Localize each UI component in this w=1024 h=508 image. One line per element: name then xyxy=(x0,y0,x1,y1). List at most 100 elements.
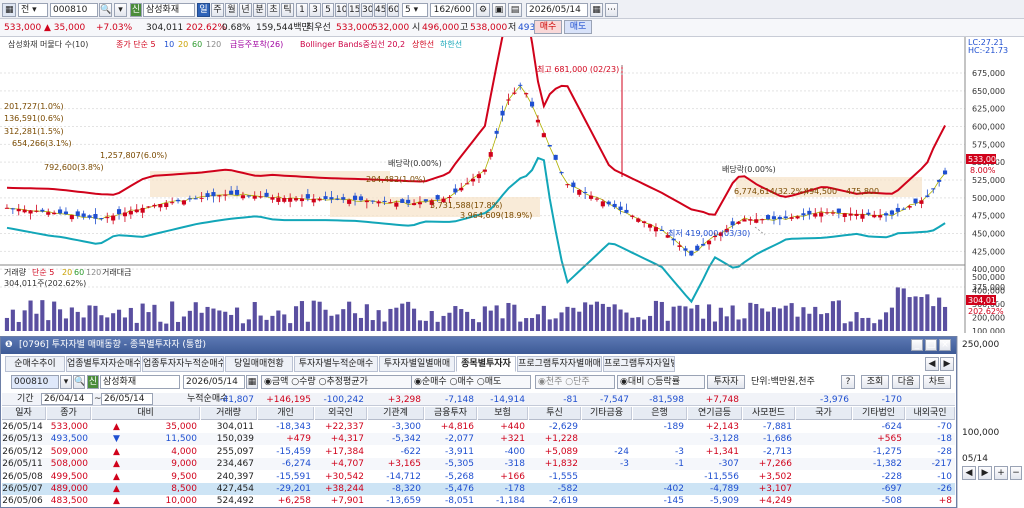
period-button[interactable]: 월 xyxy=(225,3,238,17)
count-select[interactable]: 5 ▾ xyxy=(402,3,428,17)
column-header[interactable]: 대비 xyxy=(92,407,200,420)
scroll-left-icon[interactable]: ◀ xyxy=(962,466,976,480)
interval-button[interactable]: 30 xyxy=(361,3,373,17)
interval-button[interactable]: 15 xyxy=(348,3,360,17)
tab-0[interactable]: 순매수추이 xyxy=(5,356,65,372)
tab-4[interactable]: 투자자별누적순매수 xyxy=(294,356,378,372)
column-header[interactable]: 기타금융 xyxy=(582,407,632,420)
investor-button[interactable]: 투자자 xyxy=(707,375,745,389)
interval-button[interactable]: 3 xyxy=(309,3,321,17)
column-header[interactable]: 종가 xyxy=(47,407,91,420)
column-header[interactable]: 연기금등 xyxy=(688,407,742,420)
down-arrow-icon[interactable]: ▾ xyxy=(114,3,127,17)
column-header[interactable]: 거래량 xyxy=(201,407,257,420)
volume-bar xyxy=(600,303,605,331)
panel-search-icon[interactable]: 🔍 xyxy=(73,375,85,389)
search-button[interactable]: 조회 xyxy=(861,375,889,389)
panel-calendar-icon[interactable]: ▦ xyxy=(246,375,258,389)
period-button[interactable]: 일 xyxy=(197,3,210,17)
period-from-input[interactable]: 26/04/14 xyxy=(41,393,93,405)
search-icon[interactable]: 🔍 xyxy=(99,3,112,17)
interval-button[interactable]: 45 xyxy=(374,3,386,17)
column-header[interactable]: 내외국인 xyxy=(906,407,955,420)
calendar-icon[interactable]: ▦ xyxy=(590,3,603,17)
column-header[interactable]: 기타법인 xyxy=(853,407,905,420)
column-header[interactable]: 일자 xyxy=(2,407,46,420)
maximize-icon[interactable]: □ xyxy=(925,339,937,351)
tab-1[interactable]: 업종별투자자순매수 xyxy=(66,356,141,372)
interval-button[interactable]: 60 xyxy=(387,3,399,17)
interval-button[interactable]: 10 xyxy=(335,3,347,17)
scroll-right-icon[interactable]: ▶ xyxy=(978,466,992,480)
panel-dropdown-icon[interactable]: ▾ xyxy=(60,375,72,389)
table-cell: 4,000 xyxy=(171,446,197,457)
tab-3[interactable]: 당일매매현황 xyxy=(225,356,293,372)
volume-bar xyxy=(677,305,682,331)
column-header[interactable]: 외국인 xyxy=(315,407,367,420)
table-cell: -10 xyxy=(937,471,952,482)
period-button[interactable]: 년 xyxy=(239,3,252,17)
tab-prev-icon[interactable]: ◀ xyxy=(925,357,939,371)
volume-bar xyxy=(878,319,883,331)
panel-code-input[interactable]: 000810 xyxy=(11,375,59,389)
next-button[interactable]: 다음 xyxy=(892,375,920,389)
volume-bar xyxy=(376,310,381,331)
zoom-in-icon[interactable]: + xyxy=(994,466,1008,480)
current-price: 533,000 xyxy=(4,23,42,33)
table-cell: +38,244 xyxy=(324,484,364,494)
interval-button[interactable]: 1 xyxy=(296,3,308,17)
volume-profile-label: 201,727(1.0%) xyxy=(4,102,64,111)
column-header[interactable]: 은행 xyxy=(633,407,687,420)
radio-unit[interactable]: ○ xyxy=(565,377,573,387)
column-header[interactable]: 기관계 xyxy=(368,407,424,420)
column-header[interactable]: 개인 xyxy=(258,407,314,420)
tab-next-icon[interactable]: ▶ xyxy=(940,357,954,371)
close-icon[interactable]: × xyxy=(939,339,951,351)
tab-5[interactable]: 투자자별일별매매 xyxy=(379,356,455,372)
save-icon[interactable]: ▤ xyxy=(508,3,522,17)
help-button[interactable]: ? xyxy=(841,375,855,389)
column-header[interactable]: 국가 xyxy=(796,407,852,420)
market-select[interactable]: 전 ▾ xyxy=(18,3,48,17)
more-icon[interactable]: ⋯ xyxy=(605,3,618,17)
period-button[interactable]: 틱 xyxy=(281,3,294,17)
panel-date-input[interactable]: 2026/05/14 xyxy=(183,375,245,389)
tab-8[interactable]: 프로그램투자자일별 xyxy=(603,356,675,372)
minimize-icon[interactable]: _ xyxy=(911,339,923,351)
settings-icon[interactable]: ⚙ xyxy=(476,3,490,17)
grid-icon[interactable]: ▦ xyxy=(2,3,16,17)
volume-bar xyxy=(518,321,523,331)
zoom-out-icon[interactable]: − xyxy=(1010,466,1022,480)
period-button[interactable]: 분 xyxy=(253,3,266,17)
chart-button[interactable]: 차트 xyxy=(923,375,951,389)
radio-amount[interactable]: ◉ xyxy=(264,377,272,387)
sell-button[interactable]: 매도 xyxy=(564,20,592,34)
price-chart[interactable]: 삼성화재 머물다 수(10) 종가 단순 5 10 20 60 120 급등주포… xyxy=(0,37,1024,333)
period-to-input[interactable]: 26/05/14 xyxy=(101,393,153,405)
buy-button[interactable]: 매수 xyxy=(534,20,562,34)
column-header[interactable]: 투신 xyxy=(529,407,581,420)
period-button[interactable]: 초 xyxy=(267,3,280,17)
candle xyxy=(223,194,228,196)
radio-rate[interactable]: ○ xyxy=(647,377,655,387)
tab-7[interactable]: 프로그램투자자별매매 xyxy=(517,356,602,372)
image-icon[interactable]: ▣ xyxy=(492,3,506,17)
tab-6[interactable]: 종목별투자자 xyxy=(456,356,516,372)
interval-button[interactable]: 5 xyxy=(322,3,334,17)
radio-diff[interactable]: ◉ xyxy=(620,377,628,387)
date-input[interactable]: 2026/05/14 xyxy=(526,3,588,17)
legend-ma: 종가 단순 5 xyxy=(116,39,156,49)
candle xyxy=(518,84,523,86)
column-header[interactable]: 보험 xyxy=(478,407,528,420)
radio-1k[interactable]: ◉ xyxy=(538,377,546,387)
column-header[interactable]: 사모펀드 xyxy=(743,407,795,420)
tab-2[interactable]: 업종투자자누적순매수 xyxy=(142,356,224,372)
table-cell xyxy=(796,471,852,483)
radio-net[interactable]: ◉ xyxy=(414,377,422,387)
column-header[interactable]: 금융투자 xyxy=(425,407,477,420)
radio-sell[interactable]: ○ xyxy=(477,377,485,387)
period-button[interactable]: 주 xyxy=(211,3,224,17)
radio-qty[interactable]: ○ xyxy=(291,377,299,387)
candle xyxy=(28,210,33,214)
code-input[interactable]: 000810 xyxy=(50,3,98,17)
